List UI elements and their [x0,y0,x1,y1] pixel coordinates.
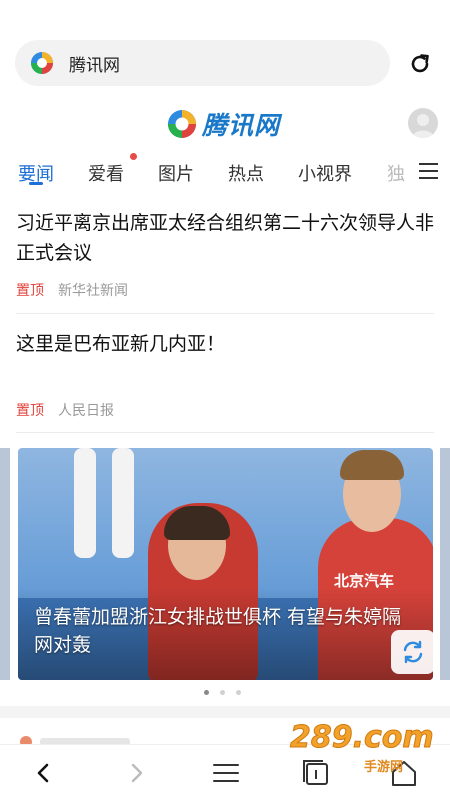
menu-icon [213,764,239,782]
tencent-logo-icon [168,110,196,138]
carousel-caption[interactable]: 曾春蕾加盟浙江女排战世俱杯 有望与朱婷隔网对轰 [34,603,406,659]
address-text: 腾讯网 [69,55,120,76]
tab-xiaoshijie[interactable]: 小视界 [298,160,352,186]
brand-name: 腾讯网 [202,111,281,140]
refresh-button[interactable] [391,630,435,674]
channel-tabs: 要闻 爱看 图片 热点 小视界 独 [0,150,450,194]
user-icon [412,114,434,138]
channel-menu-button[interactable] [419,163,439,181]
forward-button[interactable] [116,755,156,791]
carousel-slide[interactable]: 北京汽车 曾春蕾加盟浙江女排战世俱杯 有望与朱婷隔网对轰 [18,448,433,680]
active-tab-indicator [29,182,43,185]
menu-button[interactable] [206,755,246,791]
reload-button[interactable] [404,48,436,80]
browser-toolbar: 腾讯网 [0,0,450,96]
watermark-sub: 手游网 [364,760,404,775]
pagination-dot[interactable] [236,690,241,695]
news-meta: 置顶 人民日报 [16,400,114,420]
tab-du[interactable]: 独 [387,160,405,186]
divider [16,432,434,433]
news-item[interactable]: 这里是巴布亚新几内亚！ [16,329,436,359]
brand-logo[interactable]: 腾讯网 [166,106,280,142]
back-button[interactable] [24,755,64,791]
avatar[interactable] [408,108,438,138]
carousel-prev-peek[interactable] [0,448,10,680]
pagination-dot[interactable] [204,690,209,695]
refresh-icon [403,640,423,664]
pagination-dot[interactable] [220,690,225,695]
site-header: 腾讯网 [0,96,450,148]
tab-tupian[interactable]: 图片 [158,160,194,186]
news-meta: 置顶 新华社新闻 [16,280,128,300]
news-source: 人民日报 [58,403,114,419]
pinned-label: 置顶 [16,403,44,419]
news-item[interactable]: 习近平离京出席亚太经合组织第二十六次领导人非正式会议 [16,208,436,268]
site-watermark: 289.com 手游网 [282,712,435,782]
divider [16,313,434,314]
tab-aikan[interactable]: 爱看 [88,160,124,186]
player-image [340,450,404,480]
pinned-label: 置顶 [16,283,44,299]
carousel-pagination [204,690,252,695]
player-legs-image [56,448,146,568]
new-badge [130,153,137,160]
chevron-right-icon [131,763,143,783]
watermark-logo: 289.com [290,720,435,756]
address-bar[interactable]: 腾讯网 [15,40,390,86]
carousel-next-peek[interactable] [440,448,450,680]
chevron-left-icon [37,763,49,783]
reload-icon [411,54,429,73]
news-source: 新华社新闻 [58,283,128,299]
news-title[interactable]: 这里是巴布亚新几内亚！ [16,329,436,359]
tencent-logo-icon [31,52,53,74]
news-title[interactable]: 习近平离京出席亚太经合组织第二十六次领导人非正式会议 [16,208,436,268]
tab-redian[interactable]: 热点 [228,160,264,186]
